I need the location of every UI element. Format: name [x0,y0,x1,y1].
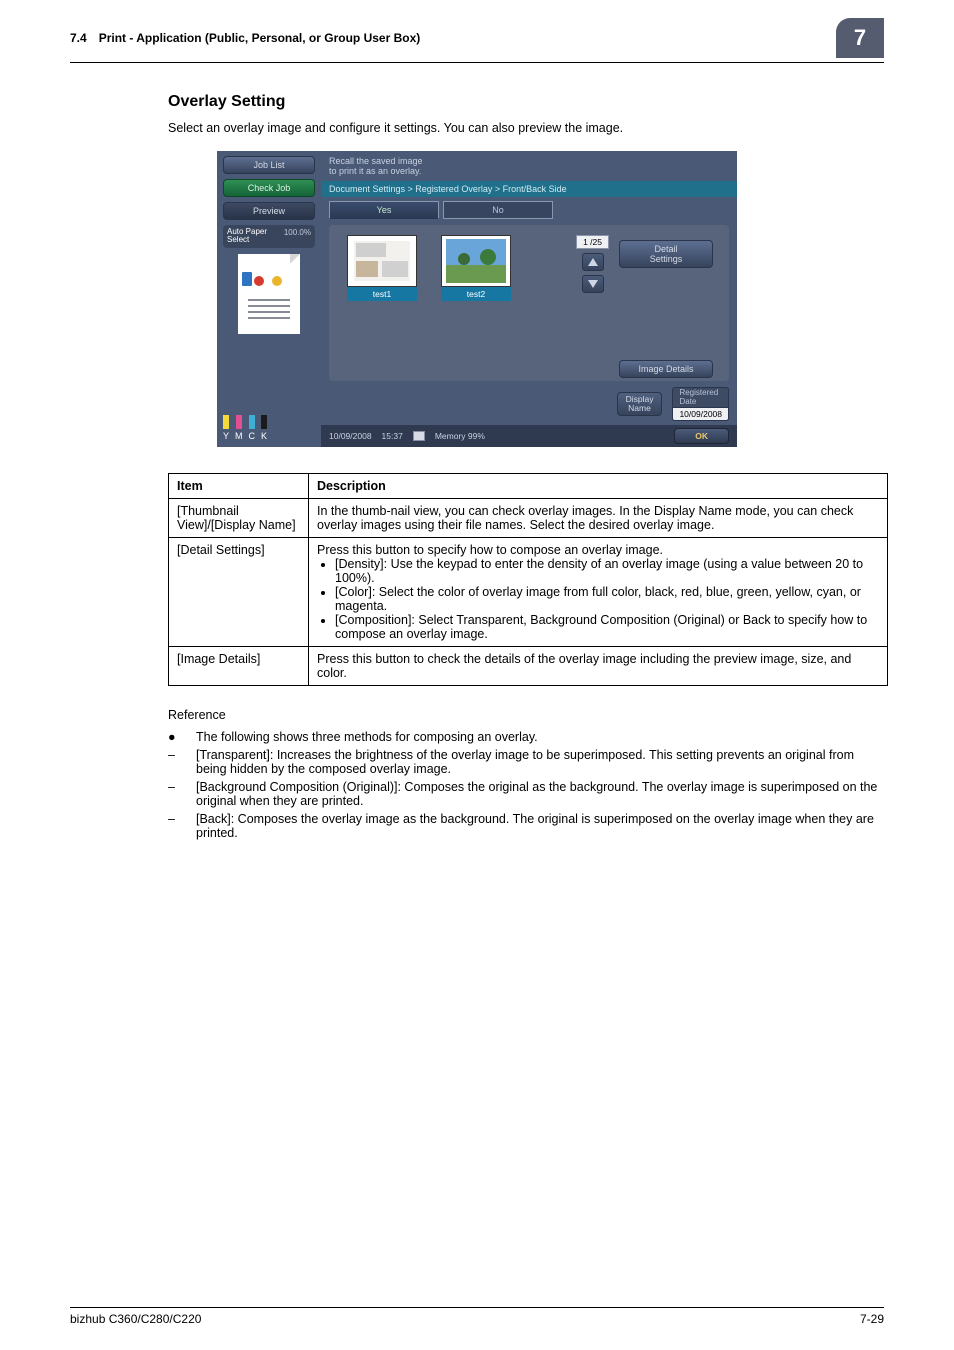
display-name-button[interactable]: Display Name [617,392,663,416]
job-list-button[interactable]: Job List [223,156,315,174]
toner-c-label: C [249,431,256,441]
dash-icon: – [168,780,180,808]
list-item: [Composition]: Select Transparent, Backg… [335,613,879,641]
table-row: [Detail Settings] Press this button to s… [169,538,888,647]
page-title: Overlay Setting [168,93,884,111]
list-item: [Transparent]: Increases the brightness … [196,748,884,776]
list-item: [Background Composition (Original)]: Com… [196,780,884,808]
table-row: [Thumbnail View]/[Display Name] In the t… [169,499,888,538]
footer-page-number: 7-29 [860,1312,884,1326]
dash-icon: – [168,812,180,840]
reference-list: ● The following shows three methods for c… [168,730,884,840]
auto-paper-label: Auto Paper Select [227,228,267,245]
list-item: The following shows three methods for co… [196,730,538,744]
check-job-button[interactable]: Check Job [223,179,315,197]
image-details-button[interactable]: Image Details [619,360,713,378]
ok-button[interactable]: OK [674,428,729,444]
list-item: [Back]: Composes the overlay image as th… [196,812,884,840]
section-number: 7.4 [70,31,87,45]
zoom-value: 100.0% [284,228,311,237]
status-memory-label: Memory [435,431,466,441]
toner-m-label: M [235,431,243,441]
preview-thumbnail [238,254,300,334]
detail-settings-lead: Press this button to specify how to comp… [317,543,879,557]
footer-model: bizhub C360/C280/C220 [70,1312,201,1326]
registered-date-value: 10/09/2008 [672,407,729,421]
toner-k-label: K [261,431,267,441]
page-footer: bizhub C360/C280/C220 7-29 [70,1307,884,1326]
table-cell-item: [Detail Settings] [169,538,309,647]
pager-count: 1 /25 [576,235,609,249]
table-cell-item: [Image Details] [169,647,309,686]
detail-settings-button[interactable]: Detail Settings [619,240,713,268]
pager: 1 /25 [576,235,609,293]
top-message: Recall the saved image to print it as an… [321,151,737,179]
table-cell-item: [Thumbnail View]/[Display Name] [169,499,309,538]
dash-icon: – [168,748,180,776]
reference-heading: Reference [168,708,884,722]
breadcrumb: Document Settings > Registered Overlay >… [321,181,737,197]
list-item: [Color]: Select the color of overlay ima… [335,585,879,613]
status-bar: 10/09/2008 15:37 Memory 99% OK [321,425,737,447]
list-item: [Density]: Use the keypad to enter the d… [335,557,879,585]
pager-down[interactable] [582,275,604,293]
overlay-thumb-2-label: test2 [441,287,511,301]
table-cell-desc: In the thumb-nail view, you can check ov… [309,499,888,538]
toner-y-label: Y [223,431,229,441]
registered-date-label: Registered Date [672,387,729,407]
overlay-thumb-2[interactable] [441,235,511,287]
pager-up[interactable] [582,253,604,271]
tab-yes[interactable]: Yes [329,201,439,219]
page-header: 7.4 Print - Application (Public, Persona… [70,0,884,63]
status-memory-value: 99% [468,431,485,441]
bullet-icon: ● [168,730,180,744]
page-icon [242,272,252,286]
table-row: [Image Details] Press this button to che… [169,647,888,686]
table-header-desc: Description [309,474,888,499]
section-title: Print - Application (Public, Personal, o… [99,31,824,45]
chapter-badge: 7 [836,18,884,58]
table-cell-desc: Press this button to specify how to comp… [309,538,888,647]
table-cell-desc: Press this button to check the details o… [309,647,888,686]
device-screenshot: Job List Check Job Preview Auto Paper Se… [70,151,884,447]
memory-icon [413,431,425,441]
reference-table: Item Description [Thumbnail View]/[Displ… [168,473,888,686]
overlay-body: test1 test2 1 /25 Detail Settings [329,225,729,381]
status-date: 10/09/2008 [329,431,372,441]
registered-date: Registered Date 10/09/2008 [672,387,729,421]
table-header-item: Item [169,474,309,499]
paper-select-panel: Auto Paper Select 100.0% [223,225,315,248]
preview-button[interactable]: Preview [223,202,315,220]
overlay-thumb-1[interactable] [347,235,417,287]
overlay-thumb-1-label: test1 [347,287,417,301]
intro-paragraph: Select an overlay image and configure it… [168,121,884,135]
tab-no[interactable]: No [443,201,553,219]
status-time: 15:37 [382,431,403,441]
toner-levels: Y M C K [223,415,267,441]
